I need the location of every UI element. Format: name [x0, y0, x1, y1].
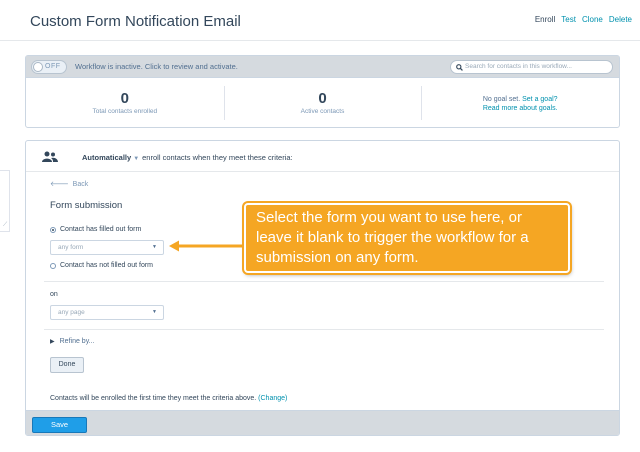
- stat-active: 0 Active contacts: [223, 78, 422, 128]
- enrollment-note: Contacts will be enrolled the first time…: [50, 395, 287, 402]
- radio-not-filled-form[interactable]: Contact has not filled out form: [50, 262, 153, 269]
- page-select-value: any page: [58, 309, 85, 316]
- back-link[interactable]: 🡐 Back: [50, 179, 88, 188]
- status-bar: OFF Workflow is inactive. Click to revie…: [26, 56, 619, 78]
- caret-right-icon: ▶: [50, 339, 55, 345]
- radio-selected-icon[interactable]: [50, 226, 56, 233]
- goal-status: No goal set. Set a goal? Read more about…: [421, 78, 619, 128]
- contact-search-input[interactable]: Search for contacts in this workflow...: [450, 60, 613, 74]
- toggle-label: OFF: [45, 63, 61, 70]
- workflow-summary-panel: OFF Workflow is inactive. Click to revie…: [25, 55, 620, 128]
- workflow-status-message[interactable]: Workflow is inactive. Click to review an…: [75, 62, 238, 71]
- activation-toggle[interactable]: OFF: [31, 60, 67, 74]
- chevron-down-icon: ▼: [152, 309, 157, 315]
- active-count: 0: [318, 90, 327, 107]
- refine-label: Refine by...: [59, 338, 95, 345]
- enrollment-note-text: Contacts will be enrolled the first time…: [50, 395, 257, 402]
- annotation-callout: Select the form you want to use here, or…: [244, 203, 570, 273]
- page-title: Custom Form Notification Email: [30, 13, 241, 30]
- form-select[interactable]: any form ▼: [50, 240, 164, 255]
- refine-toggle[interactable]: ▶ Refine by...: [50, 338, 95, 345]
- search-placeholder: Search for contacts in this workflow...: [465, 63, 572, 70]
- resize-grip-icon[interactable]: ⟋: [3, 222, 7, 229]
- total-enrolled-label: Total contacts enrolled: [92, 108, 158, 115]
- back-label: Back: [72, 181, 89, 188]
- radio-unselected-icon[interactable]: [50, 262, 56, 269]
- stats-row: 0 Total contacts enrolled 0 Active conta…: [26, 78, 619, 128]
- done-button[interactable]: Done: [50, 357, 84, 373]
- header-actions: Enroll Test Clone Delete: [535, 15, 632, 24]
- search-icon: [456, 64, 463, 71]
- chevron-down-icon[interactable]: ▼: [133, 156, 139, 162]
- header-divider: [0, 40, 640, 41]
- radio-not-filled-label: Contact has not filled out form: [60, 262, 153, 269]
- criteria-title: Form submission: [50, 200, 123, 211]
- delete-link[interactable]: Delete: [609, 15, 632, 24]
- save-button[interactable]: Save: [32, 417, 87, 433]
- arrow-left-icon: 🡐: [50, 181, 69, 188]
- form-select-value: any form: [58, 244, 84, 251]
- section-divider: [26, 171, 619, 172]
- test-link[interactable]: Test: [561, 15, 576, 24]
- chevron-down-icon: ▼: [152, 244, 157, 250]
- divider: [44, 281, 604, 282]
- goals-help-link[interactable]: Read more about goals.: [483, 105, 558, 112]
- toggle-knob: [33, 62, 43, 72]
- clone-link[interactable]: Clone: [582, 15, 603, 24]
- divider: [44, 329, 604, 330]
- enrollment-description: enroll contacts when they meet these cri…: [142, 153, 293, 162]
- enroll-link[interactable]: Enroll: [535, 15, 555, 24]
- page-select[interactable]: any page ▼: [50, 305, 164, 320]
- enrollment-mode: Automatically ▼ enroll contacts when they …: [82, 153, 293, 162]
- total-enrolled-count: 0: [120, 90, 129, 107]
- radio-filled-label: Contact has filled out form: [60, 226, 142, 233]
- change-link[interactable]: (Change): [258, 395, 287, 402]
- footer-bar: Save: [26, 410, 619, 435]
- goal-text: No goal set.: [482, 96, 521, 103]
- enrollment-mode-dropdown[interactable]: Automatically: [82, 153, 131, 162]
- enrollment-trigger-panel: Automatically ▼ enroll contacts when they …: [25, 140, 620, 436]
- contacts-icon: [42, 151, 58, 162]
- callout-arrow-icon: [166, 238, 247, 254]
- on-label: on: [50, 291, 58, 298]
- radio-filled-out-form[interactable]: Contact has filled out form: [50, 226, 141, 233]
- active-label: Active contacts: [300, 108, 345, 115]
- set-goal-link[interactable]: Set a goal?: [522, 96, 557, 103]
- stat-total-enrolled: 0 Total contacts enrolled: [26, 78, 224, 128]
